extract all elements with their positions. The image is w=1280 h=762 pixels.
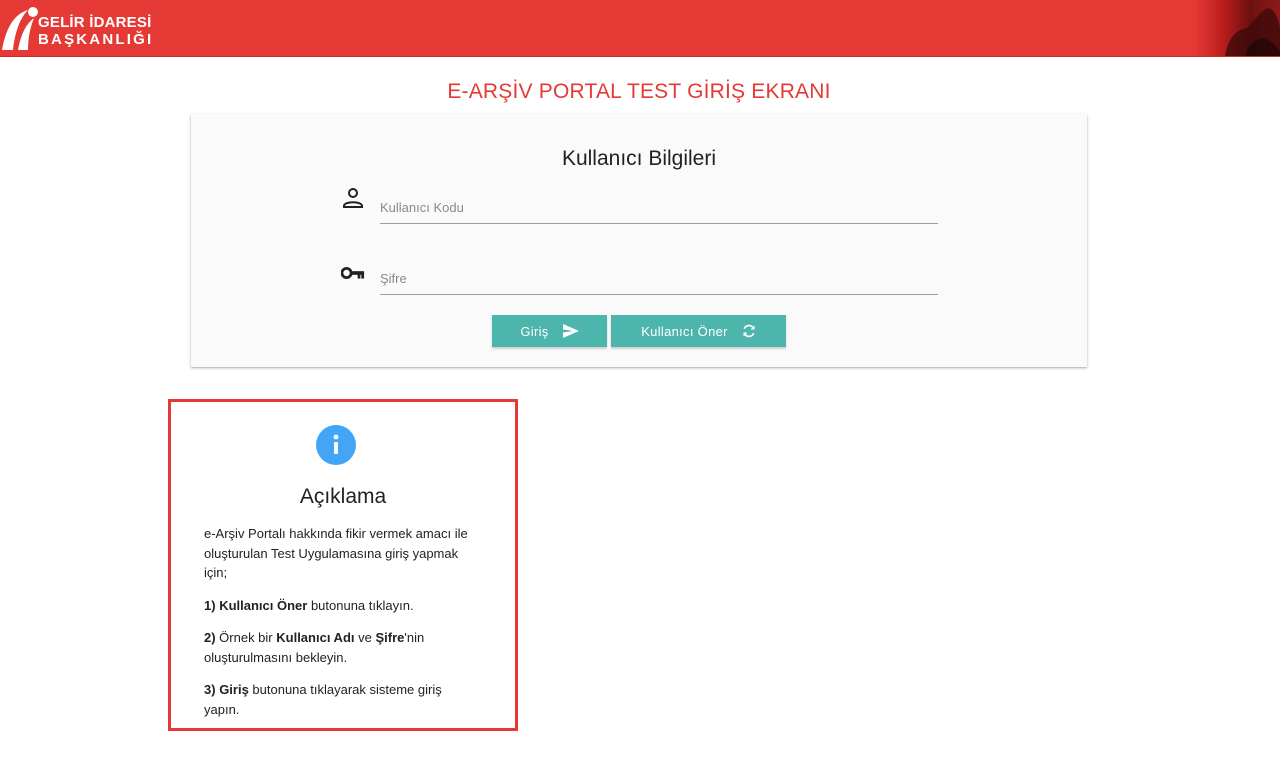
page-title: E-ARŞİV PORTAL TEST GİRİŞ EKRANI xyxy=(447,80,831,103)
info-intro: e-Arşiv Portalı hakkında fikir vermek am… xyxy=(204,526,468,580)
key-icon xyxy=(341,267,365,279)
login-card-title: Kullanıcı Bilgileri xyxy=(561,147,717,170)
username-field-group xyxy=(341,178,941,228)
info-step-3: 3) Giriş butonuna tıklayarak sisteme gir… xyxy=(204,682,442,717)
password-field-group xyxy=(341,249,941,299)
header-portrait-image xyxy=(1195,0,1280,56)
info-step-2: 2) Örnek bir Kullanıcı Adı ve Şifre'nin … xyxy=(204,630,425,665)
info-panel: Açıklama e-Arşiv Portalı hakkında fikir … xyxy=(168,399,518,731)
login-button-label: Giriş xyxy=(520,323,549,339)
login-card: Kullanıcı Bilgileri Giriş Kullanıcı Öner xyxy=(191,114,1087,367)
gib-logo-mark-icon xyxy=(2,7,38,50)
refresh-icon xyxy=(743,324,755,338)
password-input[interactable] xyxy=(380,249,938,295)
person-icon xyxy=(343,188,363,208)
logo-line-2: BAŞKANLIĞI xyxy=(38,31,154,48)
login-button[interactable]: Giriş xyxy=(492,315,607,347)
info-body: e-Arşiv Portalı hakkında fikir vermek am… xyxy=(204,524,474,732)
send-icon xyxy=(562,324,579,338)
suggest-user-button-label: Kullanıcı Öner xyxy=(641,323,728,339)
top-header: GELİR İDARESİ BAŞKANLIĞI xyxy=(0,0,1280,57)
gib-logo[interactable]: GELİR İDARESİ BAŞKANLIĞI xyxy=(0,0,170,56)
info-step-1: 1) Kullanıcı Öner butonuna tıklayın. xyxy=(204,597,414,613)
info-icon xyxy=(316,425,356,465)
username-input[interactable] xyxy=(380,178,938,224)
info-title: Açıklama xyxy=(299,485,387,508)
suggest-user-button[interactable]: Kullanıcı Öner xyxy=(611,315,786,347)
logo-text: GELİR İDARESİ BAŞKANLIĞI xyxy=(38,14,153,48)
logo-line-1: GELİR İDARESİ xyxy=(38,14,152,31)
